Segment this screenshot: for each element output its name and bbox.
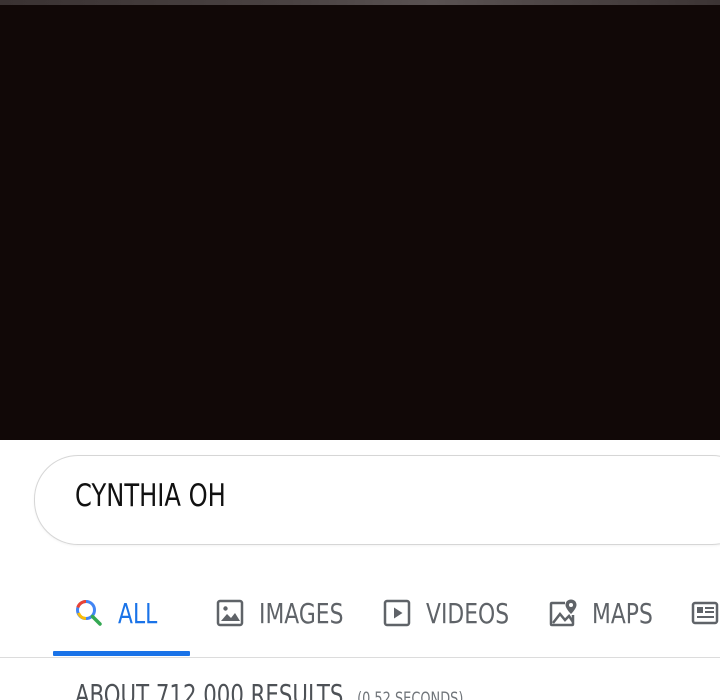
tabs-divider	[0, 657, 720, 658]
search-query-text: CYNTHIA OH	[75, 478, 226, 514]
tab-all-label: ALL	[118, 596, 158, 630]
results-stats: ABOUT 712,000 RESULTS (0.52 SECONDS)	[75, 678, 463, 700]
tab-images[interactable]: IMAGES	[215, 593, 367, 633]
tab-videos-label: VIDEOS	[426, 596, 510, 630]
news-icon	[691, 601, 719, 625]
search-tabs: ALL IMAGES VIDEOS MAPS	[0, 575, 720, 655]
page: CYNTHIA OH ALL IMAGES VIDEOS MAPS ABOUT …	[0, 0, 720, 700]
tab-videos[interactable]: VIDEOS	[382, 593, 532, 633]
play-icon	[383, 599, 411, 627]
results-time: (0.52 SECONDS)	[357, 689, 464, 700]
active-tab-indicator	[53, 651, 190, 656]
image-icon	[216, 599, 244, 627]
tab-maps[interactable]: MAPS	[548, 593, 670, 633]
search-icon	[76, 599, 102, 626]
search-input[interactable]: CYNTHIA OH	[34, 455, 720, 545]
top-strip	[0, 0, 720, 5]
tab-all[interactable]: ALL	[74, 593, 168, 633]
results-count: ABOUT 712,000 RESULTS	[75, 678, 344, 700]
map-pin-icon	[549, 599, 577, 627]
tab-images-label: IMAGES	[259, 596, 344, 630]
tab-news[interactable]	[690, 593, 720, 633]
dark-image-area	[0, 0, 720, 440]
tab-maps-label: MAPS	[592, 596, 653, 630]
